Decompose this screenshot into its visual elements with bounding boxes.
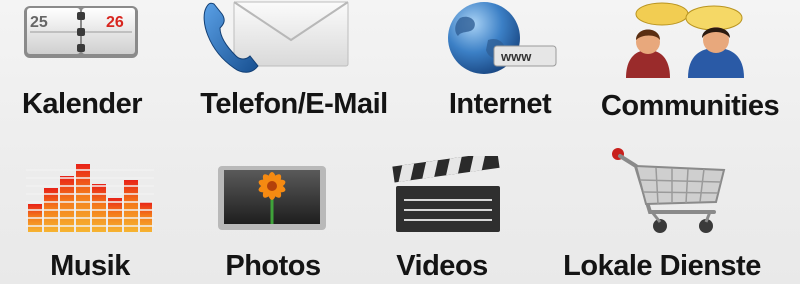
calendar-day-right: 26 — [106, 14, 124, 31]
app-label-lokale-dienste: Lokale Dienste — [563, 250, 761, 282]
www-badge-text: www — [500, 49, 532, 64]
calendar-day-left: 25 — [30, 14, 48, 31]
photo-flower-icon — [216, 164, 328, 232]
app-label-communities: Communities — [600, 90, 780, 122]
app-launcher: { "apps": [ {"id":"kalender","label":"Ka… — [0, 0, 800, 284]
clapperboard-icon — [388, 156, 504, 236]
globe-icon: www — [438, 0, 562, 76]
app-label-photos: Photos — [225, 250, 321, 282]
app-label-videos: Videos — [396, 250, 488, 282]
shopping-cart-icon — [606, 146, 734, 238]
community-chat-icon — [618, 0, 764, 78]
equalizer-icon — [26, 158, 154, 234]
app-label-internet: Internet — [448, 88, 552, 120]
calendar-icon: 25 26 — [22, 2, 140, 62]
app-label-kalender: Kalender — [21, 88, 143, 120]
app-label-telefon-email: Telefon/E-Mail — [200, 88, 388, 120]
app-label-musik: Musik — [50, 250, 130, 282]
phone-envelope-icon — [200, 0, 352, 76]
